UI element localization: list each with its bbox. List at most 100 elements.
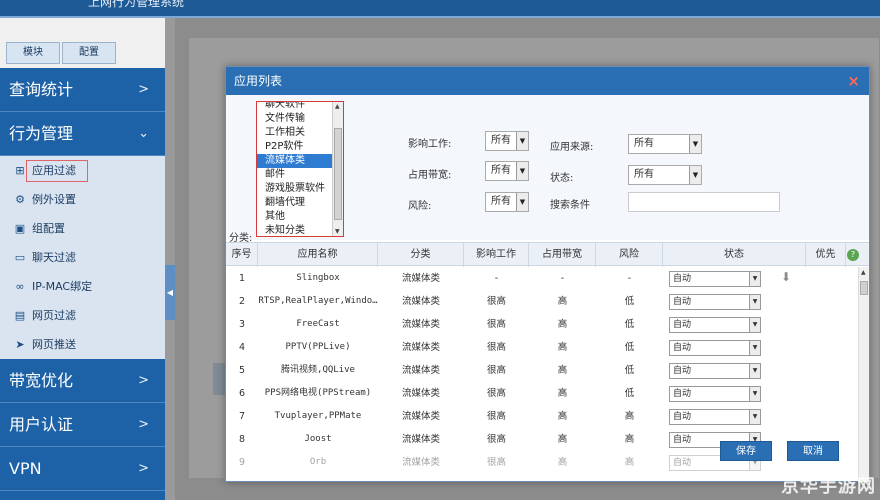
search-input[interactable] xyxy=(628,192,780,212)
category-option[interactable]: 聊天软件 xyxy=(257,102,333,112)
dropdown-arrow-icon: ▼ xyxy=(749,341,760,355)
close-icon[interactable]: × xyxy=(847,67,860,95)
gear-icon: ⚙ xyxy=(15,193,25,206)
dropdown-arrow-icon: ▼ xyxy=(689,135,701,153)
status-dropdown[interactable]: 自动 ▼ xyxy=(669,386,761,402)
cell-impact: - xyxy=(494,273,499,284)
cell-name: Slingbox xyxy=(296,273,340,283)
sidebar-item-web-push[interactable]: ➤ 网页推送 xyxy=(0,330,165,359)
watermark: 京华手游网 xyxy=(781,476,876,497)
sidebar-item-group-config[interactable]: ▣ 组配置 xyxy=(0,214,165,243)
cell-risk: 低 xyxy=(624,365,635,376)
category-option[interactable]: 其他 xyxy=(257,210,333,224)
menu-vpn[interactable]: VPN > xyxy=(0,447,165,491)
download-icon[interactable]: ⬇ xyxy=(781,270,791,284)
scroll-thumb[interactable] xyxy=(860,281,868,295)
sidebar-item-label: 聊天过滤 xyxy=(32,251,76,264)
app-header: 上网行为管理系统 xyxy=(0,0,880,16)
scroll-up-icon[interactable]: ▲ xyxy=(861,269,866,276)
column-header: 序号 xyxy=(226,243,258,267)
dropdown-arrow-icon: ▼ xyxy=(749,272,760,286)
cell-no: 1 xyxy=(238,273,246,284)
cell-bandwidth: 高 xyxy=(557,342,568,353)
category-option[interactable]: 未知分类 xyxy=(257,224,333,236)
cell-category: 流媒体类 xyxy=(401,411,440,422)
cell-category: 流媒体类 xyxy=(401,273,440,284)
table-row[interactable]: 3 FreeCast 流媒体类 很高 高 低 自动 ▼ xyxy=(226,313,858,336)
dropdown-arrow-icon: ▼ xyxy=(749,410,760,424)
cell-bandwidth: 高 xyxy=(557,434,568,445)
status-dropdown[interactable]: 自动 ▼ xyxy=(669,409,761,425)
table-row[interactable]: 7 Tvuplayer,PPMate 流媒体类 很高 高 高 自动 ▼ xyxy=(226,405,858,428)
app-list-modal: 应用列表 × 分类: 聊天软件 文件传输 工作相关 P2P软件 流媒体类 邮件 游戏股票软件… xyxy=(225,66,870,482)
cell-category: 流媒体类 xyxy=(401,365,440,376)
filter-panel: 分类: 聊天软件 文件传输 工作相关 P2P软件 流媒体类 邮件 游戏股票软件 翻墙代理 其他未… xyxy=(226,95,869,244)
search-label: 搜索条件 xyxy=(550,200,590,211)
cell-risk: 低 xyxy=(624,342,635,353)
category-option[interactable]: 工作相关 xyxy=(257,126,333,140)
menu-behavior-management[interactable]: 行为管理 ⌄ xyxy=(0,112,165,156)
select-value: 自动 xyxy=(673,274,692,284)
impact-work-label: 影响工作: xyxy=(408,139,452,150)
category-option[interactable]: P2P软件 xyxy=(257,140,333,154)
scroll-down-icon[interactable]: ▼ xyxy=(335,228,340,235)
sidebar-item-ip-mac-binding[interactable]: ∞ IP-MAC绑定 xyxy=(0,272,165,301)
cell-bandwidth: 高 xyxy=(557,296,568,307)
status-dropdown[interactable]: 自动 ▼ xyxy=(669,317,761,333)
table-row[interactable]: 4 PPTV(PPLive) 流媒体类 很高 高 低 自动 ▼ xyxy=(226,336,858,359)
table-row[interactable]: 5 腾讯视频,QQLive 流媒体类 很高 高 低 自动 ▼ xyxy=(226,359,858,382)
help-icon[interactable]: ? xyxy=(847,249,859,261)
modal-title: 应用列表 xyxy=(234,74,283,88)
category-option[interactable]: 邮件 xyxy=(257,168,333,182)
menu-user-auth[interactable]: 用户认证 > xyxy=(0,403,165,447)
status-dropdown[interactable]: 自动 ▼ xyxy=(669,271,761,287)
sidebar-collapse-handle[interactable]: ◀ xyxy=(165,265,175,320)
status-dropdown[interactable]: 自动 ▼ xyxy=(669,340,761,356)
category-option[interactable]: 翻墙代理 xyxy=(257,196,333,210)
send-icon: ➤ xyxy=(15,338,25,351)
table-row[interactable]: 2 RTSP,RealPlayer,Windo… 流媒体类 很高 高 低 自动 ▼ xyxy=(226,290,858,313)
category-option[interactable]: 流媒体类 xyxy=(257,154,333,168)
sidebar-item-chat-filter[interactable]: ▭ 聊天过滤 xyxy=(0,243,165,272)
category-listbox[interactable]: 聊天软件 文件传输 工作相关 P2P软件 流媒体类 邮件 游戏股票软件 翻墙代理 其他 未知分类 … xyxy=(256,101,344,237)
menu-query-stats[interactable]: 查询统计 > xyxy=(0,68,165,112)
sidebar-item-web-filter[interactable]: ▤ 网页过滤 xyxy=(0,301,165,330)
table-scrollbar[interactable]: ▲ xyxy=(858,267,869,482)
tab-config[interactable]: 配置 xyxy=(62,42,116,64)
dropdown-arrow-icon: ▼ xyxy=(749,387,760,401)
dropdown-arrow-icon: ▼ xyxy=(516,132,528,150)
save-button[interactable]: 保存 xyxy=(720,441,772,461)
cell-category: 流媒体类 xyxy=(401,434,440,445)
sidebar-item-app-filter[interactable]: ⊞ 应用过滤 xyxy=(0,156,165,185)
cell-name: Joost xyxy=(304,434,332,444)
scroll-up-icon[interactable]: ▲ xyxy=(335,103,340,110)
category-scrollbar[interactable]: ▲ ▼ xyxy=(332,102,343,236)
category-option[interactable]: 游戏股票软件 xyxy=(257,182,333,196)
category-option[interactable]: 文件传输 xyxy=(257,112,333,126)
table-row[interactable]: 1 Slingbox 流媒体类 - - - 自动 ▼ ⬇ xyxy=(226,267,858,290)
menu-label: 带宽优化 xyxy=(9,371,74,390)
status-dropdown[interactable]: 自动 ▼ xyxy=(669,294,761,310)
sidebar-item-exception-settings[interactable]: ⚙ 例外设置 xyxy=(0,185,165,214)
status-select[interactable]: 所有 ▼ xyxy=(628,165,702,185)
table-row[interactable]: 6 PPS网络电视(PPStream) 流媒体类 很高 高 低 自动 ▼ xyxy=(226,382,858,405)
menu-label: VPN xyxy=(9,459,42,478)
bandwidth-label: 占用带宽: xyxy=(408,170,452,181)
impact-work-select[interactable]: 所有 ▼ xyxy=(485,131,529,151)
status-dropdown[interactable]: 自动 ▼ xyxy=(669,363,761,379)
cell-risk: 高 xyxy=(624,411,635,422)
source-select[interactable]: 所有 ▼ xyxy=(628,134,702,154)
chevron-right-icon: > xyxy=(138,461,149,476)
tab-modules[interactable]: 模块 xyxy=(6,42,60,64)
bandwidth-select[interactable]: 所有 ▼ xyxy=(485,161,529,181)
scroll-thumb[interactable] xyxy=(334,128,342,220)
risk-select[interactable]: 所有 ▼ xyxy=(485,192,529,212)
cell-name: Tvuplayer,PPMate xyxy=(274,411,362,421)
sidebar-item-label: 组配置 xyxy=(32,222,65,235)
cancel-button[interactable]: 取消 xyxy=(787,441,839,461)
column-header: 应用名称 xyxy=(258,243,378,267)
cell-risk: 高 xyxy=(624,457,635,468)
cell-no: 3 xyxy=(238,319,246,330)
cell-category: 流媒体类 xyxy=(401,388,440,399)
menu-bandwidth-optimization[interactable]: 带宽优化 > xyxy=(0,359,165,403)
